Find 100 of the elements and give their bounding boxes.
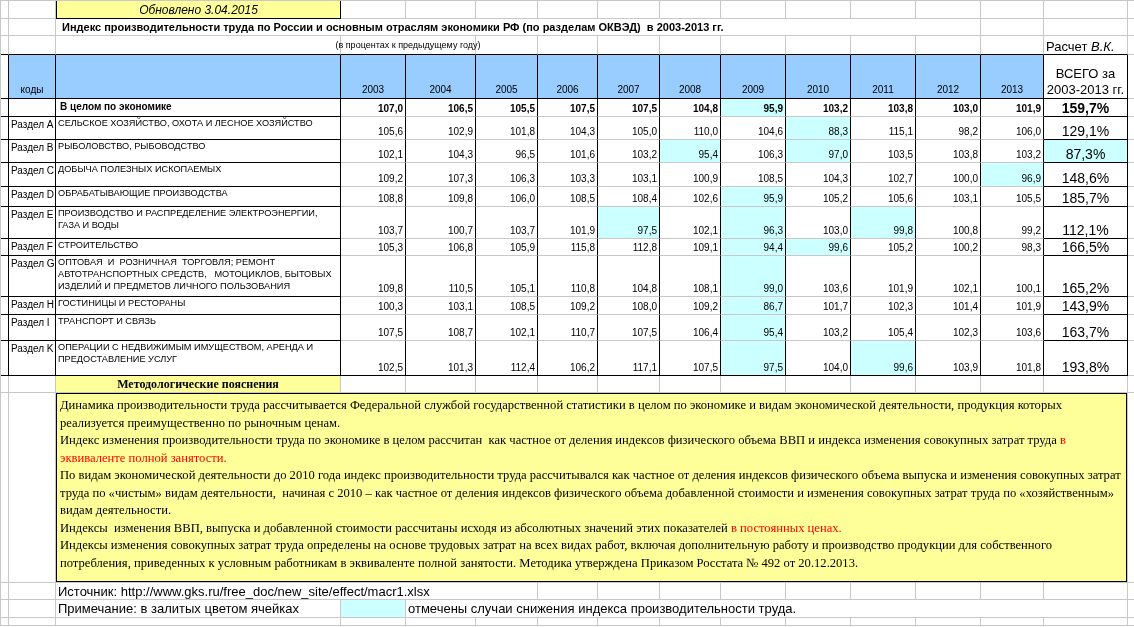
total-cell: 185,7% xyxy=(1044,187,1128,207)
table-cell: 105,2 xyxy=(851,239,916,256)
table-cell: 105,2 xyxy=(786,187,851,207)
legend-text: отмечены случаи снижения индекса производительности труда. xyxy=(408,601,797,616)
table-cell: 108,8 xyxy=(341,187,406,207)
table-cell: 104,8 xyxy=(598,256,660,297)
total-cell: 165,2% xyxy=(1044,256,1128,297)
total-cell: 148,6% xyxy=(1044,163,1128,187)
row-label: ПРОИЗВОДСТВО И РАСПРЕДЕЛЕНИЕ ЭЛЕКТРОЭНЕРГИИ, ГАЗА И ВОДЫ xyxy=(58,208,319,230)
column-header: 2007 xyxy=(598,55,660,99)
section-code: Раздел B xyxy=(11,142,54,153)
table-cell: 106,0 xyxy=(476,187,538,207)
column-header: 2012 xyxy=(916,55,981,99)
note-paragraph: По видам экономической деятельности до 2010 года индекс производительности труда рассчитывался как частное от деления индексов физического объема выпуска и изменения совокупных затрат труда по «чистым» видам деятельности, начиная с 2010 – как частное от деления индексов физического объема добавленной стоимости и изменения совокупных затрат труда по «хозяйственным» видам деятельности. xyxy=(60,467,1122,519)
table-cell: 108,5 xyxy=(476,297,538,315)
column-header: 2013 xyxy=(981,55,1044,99)
table-cell: 96,9 xyxy=(981,163,1044,187)
table-cell: 110,5 xyxy=(406,256,476,297)
table-cell: 115,1 xyxy=(851,117,916,140)
table-cell: 104,3 xyxy=(538,117,598,140)
table-cell: 101,4 xyxy=(916,297,981,315)
table-cell: 112,4 xyxy=(476,341,538,376)
table-cell: 105,9 xyxy=(476,239,538,256)
column-header: 2009 xyxy=(721,55,786,99)
table-cell: 86,7 xyxy=(721,297,786,315)
table-cell: 98,2 xyxy=(916,117,981,140)
table-cell: 96,5 xyxy=(476,140,538,163)
table-cell: 101,3 xyxy=(406,341,476,376)
table-cell: 103,1 xyxy=(406,297,476,315)
section-heading: Методологические пояснения xyxy=(56,376,341,393)
table-cell: 101,7 xyxy=(786,297,851,315)
table-cell: 103,1 xyxy=(598,163,660,187)
column-header: 2011 xyxy=(851,55,916,99)
table-cell: 110,8 xyxy=(538,256,598,297)
total-cell: 159,7% xyxy=(1044,99,1128,117)
row-label: СТРОИТЕЛЬСТВО xyxy=(58,240,139,250)
total-cell: 166,5% xyxy=(1044,239,1128,256)
table-cell: 99,0 xyxy=(721,256,786,297)
table-cell: 107,5 xyxy=(598,315,660,341)
section-code: Раздел D xyxy=(11,189,55,200)
table-cell: 108,5 xyxy=(538,187,598,207)
row-label: В целом по экономике xyxy=(60,101,172,112)
table-cell: 97,5 xyxy=(598,207,660,239)
row-label: СЕЛЬСКОЕ ХОЗЯЙСТВО, ОХОТА И ЛЕСНОЕ ХОЗЯЙСТВО xyxy=(58,118,313,128)
table-cell: 95,4 xyxy=(660,140,721,163)
author-note: Расчет В.К. xyxy=(1046,39,1115,54)
row-label: РЫБОЛОВСТВО, РЫБОВОДСТВО xyxy=(58,141,206,151)
table-cell: 112,8 xyxy=(598,239,660,256)
table-cell: 95,9 xyxy=(721,187,786,207)
table-cell: 106,3 xyxy=(476,163,538,187)
table-cell: 96,3 xyxy=(721,207,786,239)
table-cell: 109,8 xyxy=(341,256,406,297)
section-code: Раздел I xyxy=(11,317,50,328)
note-paragraph: Динамика производительности труда рассчитывается Федеральной службой государственной статистики в целом по экономике и видам экономической деятельности, продукция которых реализуется преимущественно по рыночным ценам. xyxy=(60,397,1063,432)
table-cell: 108,0 xyxy=(598,297,660,315)
row-label: ДОБЫЧА ПОЛЕЗНЫХ ИСКОПАЕМЫХ xyxy=(58,164,222,174)
row-label: ТРАНСПОРТ И СВЯЗЬ xyxy=(58,316,156,326)
table-cell: 99,8 xyxy=(851,207,916,239)
table-cell: 105,6 xyxy=(341,117,406,140)
row-label: ОПТОВАЯ И РОЗНИЧНАЯ ТОРГОВЛЯ; РЕМОНТ АВТОТРАНСПОРТНЫХ СРЕДСТВ, МОТОЦИКЛОВ, БЫТОВЫХ ИЗДЕЛИЙ И ПРЕДМЕТОВ ЛИЧНОГО ПОЛЬЗОВАНИЯ xyxy=(58,257,333,291)
table-cell: 101,9 xyxy=(981,297,1044,315)
table-cell: 103,0 xyxy=(916,99,981,117)
table-cell: 105,5 xyxy=(981,187,1044,207)
note-paragraph: Индексы изменения ВВП, выпуска и добавленной стоимости рассчитаны исходя из абсолютных значений этих показателей в постоянных ценах. xyxy=(60,519,843,537)
table-cell: 102,1 xyxy=(341,140,406,163)
legend-text: Примечание: в залитых цветом ячейках xyxy=(58,601,300,616)
table-cell: 103,8 xyxy=(851,99,916,117)
table-cell: 103,9 xyxy=(916,341,981,376)
table-cell: 105,5 xyxy=(476,99,538,117)
column-header: ВСЕГО за 2003-2013 гг. xyxy=(1044,55,1128,99)
subtitle: (в процентах к предыдущему году) xyxy=(335,40,481,50)
table-cell: 99,6 xyxy=(851,341,916,376)
column-header: 2005 xyxy=(476,55,538,99)
table-cell: 107,5 xyxy=(341,315,406,341)
table-cell: 97,5 xyxy=(721,341,786,376)
table-cell: 102,3 xyxy=(916,315,981,341)
table-cell: 105,0 xyxy=(598,117,660,140)
table-cell: 103,6 xyxy=(786,256,851,297)
section-code: Раздел K xyxy=(11,343,54,354)
table-cell: 103,2 xyxy=(786,315,851,341)
column-header: коды xyxy=(9,55,56,99)
update-note: Обновлено 3.04.2015 xyxy=(56,1,341,19)
table-cell: 105,3 xyxy=(341,239,406,256)
table-cell: 109,2 xyxy=(341,163,406,187)
table-cell: 102,3 xyxy=(851,297,916,315)
table-cell: 110,7 xyxy=(538,315,598,341)
table-cell: 97,0 xyxy=(786,140,851,163)
total-cell: 193,8% xyxy=(1044,341,1128,376)
section-code: Раздел E xyxy=(11,209,54,220)
total-cell: 112,1% xyxy=(1044,207,1128,239)
section-code: Раздел C xyxy=(11,165,55,176)
table-cell: 99,6 xyxy=(786,239,851,256)
table-cell: 109,2 xyxy=(538,297,598,315)
table-cell: 103,6 xyxy=(981,315,1044,341)
row-label: ОПЕРАЦИИ С НЕДВИЖИМЫМ ИМУЩЕСТВОМ, АРЕНДА И ПРЕДОСТАВЛЕНИЕ УСЛУГ xyxy=(58,342,315,364)
note-paragraph: Индексы изменения совокупных затрат труда определены на основе трудовых затрат на всех видах работ, включая дополнительную работу и производство продукции для собственного потребления, приведенных к условным работникам в эквиваленте полной занятости. Методика утверждена Приказом Росстата № 492 от 20.12.2013. xyxy=(60,537,1054,572)
table-cell: 107,5 xyxy=(598,99,660,117)
column-header: 2010 xyxy=(786,55,851,99)
table-cell: 102,9 xyxy=(406,117,476,140)
table-cell: 100,2 xyxy=(916,239,981,256)
